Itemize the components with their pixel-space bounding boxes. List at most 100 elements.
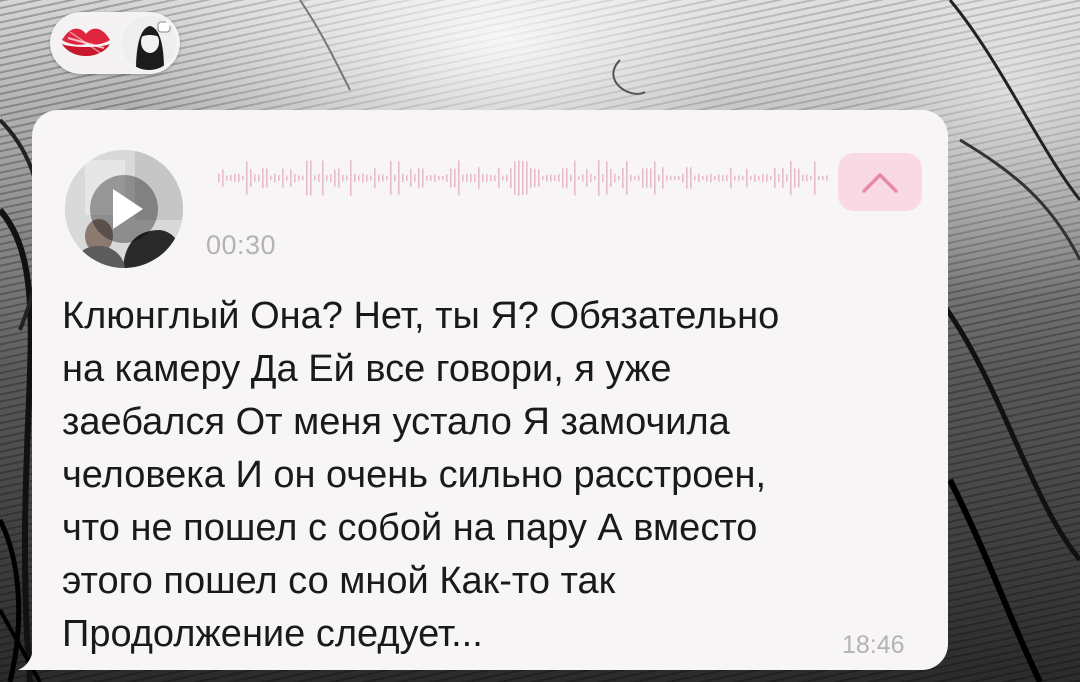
waveform-bar	[602, 173, 604, 183]
waveform-bar	[806, 174, 808, 182]
waveform-bar	[322, 160, 324, 196]
waveform-bar	[450, 168, 452, 188]
waveform-bar	[246, 161, 248, 195]
waveform-bar	[278, 174, 280, 182]
waveform-bar	[658, 174, 660, 182]
waveform-bar	[558, 174, 560, 182]
waveform-bar	[510, 167, 512, 189]
waveform-bar	[358, 174, 360, 182]
waveform-bar	[426, 175, 428, 181]
waveform-bar	[770, 175, 772, 181]
waveform-bar	[542, 175, 544, 181]
waveform-bar	[610, 168, 612, 188]
waveform-bar	[566, 167, 568, 189]
waveform-bar	[230, 174, 232, 182]
waveform-bar	[826, 175, 828, 181]
waveform-bar	[706, 174, 708, 182]
waveform-bar	[442, 175, 444, 181]
waveform-bar	[486, 173, 488, 183]
waveform-bar	[218, 173, 220, 183]
waveform-bar	[274, 173, 276, 183]
waveform-bar	[354, 173, 356, 183]
waveform-bar	[394, 174, 396, 182]
waveform-bar	[750, 175, 752, 181]
waveform-bar	[818, 175, 820, 181]
waveform-bar	[470, 173, 472, 183]
play-icon[interactable]	[65, 150, 183, 268]
waveform-bar	[238, 173, 240, 183]
waveform-bar	[726, 174, 728, 182]
waveform-bar	[434, 173, 436, 183]
waveform-bar	[334, 169, 336, 187]
waveform-bar	[438, 175, 440, 181]
waveform-bar	[654, 161, 656, 195]
waveform-bar	[570, 174, 572, 182]
waveform-bar	[778, 173, 780, 183]
waveform-bar	[362, 173, 364, 183]
waveform-bar	[518, 160, 520, 196]
waveform-bar	[494, 174, 496, 182]
waveform-bar	[250, 168, 252, 188]
waveform-bar	[506, 174, 508, 182]
waveform-bar	[738, 175, 740, 181]
waveform-bar	[742, 175, 744, 181]
chevron-up-icon	[862, 173, 898, 193]
waveform-bar	[622, 167, 624, 189]
waveform-bar	[702, 175, 704, 181]
waveform-bar	[578, 175, 580, 181]
waveform-bar	[810, 175, 812, 181]
waveform-bar	[390, 160, 392, 196]
waveform-bar	[634, 175, 636, 181]
waveform-bar	[526, 161, 528, 195]
waveform-bar	[594, 175, 596, 181]
waveform-bar	[478, 167, 480, 189]
waveform-bar	[822, 175, 824, 181]
waveform-bar	[422, 168, 424, 188]
reactions-chip[interactable]	[50, 12, 180, 74]
video-note-thumbnail[interactable]	[65, 150, 183, 268]
waveform-bar	[302, 175, 304, 181]
waveform-bar	[346, 175, 348, 181]
waveform-bar	[686, 167, 688, 189]
waveform-bar	[318, 173, 320, 183]
waveform-bar	[614, 173, 616, 183]
collapse-transcript-button[interactable]	[838, 153, 922, 211]
waveform-bar	[490, 174, 492, 182]
waveform-bar	[730, 167, 732, 189]
waveform-bar	[474, 173, 476, 183]
waveform-bar	[766, 173, 768, 183]
waveform-bar	[814, 161, 816, 195]
waveform-bar	[226, 175, 228, 181]
waveform-bar	[670, 175, 672, 181]
audio-waveform[interactable]	[218, 158, 830, 198]
waveform-bar	[382, 174, 384, 182]
waveform-bar	[378, 174, 380, 182]
waveform-bar	[482, 173, 484, 183]
waveform-bar	[374, 167, 376, 189]
waveform-bar	[402, 173, 404, 183]
waveform-bar	[370, 175, 372, 181]
waveform-bar	[538, 169, 540, 187]
waveform-bar	[342, 174, 344, 182]
waveform-bar	[762, 173, 764, 183]
waveform-bar	[242, 175, 244, 181]
waveform-bar	[662, 167, 664, 189]
waveform-bar	[598, 160, 600, 196]
waveform-bar	[446, 173, 448, 183]
lips-icon	[62, 28, 110, 56]
waveform-bar	[514, 161, 516, 195]
waveform-bar	[630, 174, 632, 182]
voice-transcript-text: Клюнглый Она? Нет, ты Я? Обязательно на …	[62, 295, 780, 655]
waveform-bar	[774, 167, 776, 189]
waveform-bar	[458, 160, 460, 196]
waveform-bar	[582, 174, 584, 182]
waveform-bar	[418, 167, 420, 189]
waveform-bar	[782, 167, 784, 189]
waveform-bar	[714, 175, 716, 181]
waveform-bar	[642, 168, 644, 188]
waveform-bar	[306, 160, 308, 196]
waveform-bar	[534, 168, 536, 188]
waveform-bar	[254, 173, 256, 183]
waveform-bar	[410, 168, 412, 188]
waveform-bar	[502, 175, 504, 181]
